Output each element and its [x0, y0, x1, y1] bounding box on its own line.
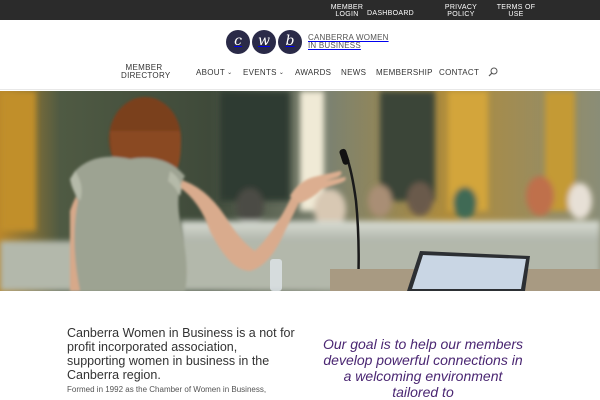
privacy-policy-link[interactable]: PRIVACY POLICY: [442, 4, 480, 18]
nav-news[interactable]: NEWS: [341, 69, 366, 77]
formed-paragraph: Formed in 1992 as the Chamber of Women i…: [67, 385, 267, 394]
nav-events-label: EVENTS: [243, 68, 277, 77]
logo-mark-b: b: [278, 30, 302, 54]
hero-photo: [0, 91, 600, 291]
about-section: Canberra Women in Business is a not for …: [0, 291, 600, 400]
nav-membership[interactable]: MEMBERSHIP: [376, 69, 433, 77]
nav-awards[interactable]: AWARDS: [295, 69, 331, 77]
nav-events[interactable]: EVENTS ⌄: [243, 69, 284, 78]
site-header: c w b CANBERRA WOMEN IN BUSINESS MEMBER …: [0, 20, 600, 90]
main-nav: MEMBER DIRECTORY ABOUT ⌄ EVENTS ⌄ AWARDS N…: [0, 64, 600, 84]
logo-line-2: IN BUSINESS: [308, 41, 361, 50]
hero-image: [0, 91, 600, 291]
chevron-down-icon: ⌄: [278, 70, 285, 76]
nav-about-label: ABOUT: [196, 68, 226, 77]
logo-mark-w: w: [252, 30, 276, 54]
nav-about[interactable]: ABOUT ⌄: [196, 69, 232, 78]
logo-marks: c w b: [226, 30, 304, 54]
goal-statement: Our goal is to help our members develop …: [323, 336, 523, 400]
nav-member-directory[interactable]: MEMBER DIRECTORY: [121, 64, 170, 80]
logo-mark-c: c: [226, 30, 250, 54]
nav-contact[interactable]: CONTACT: [439, 69, 479, 77]
terms-of-use-link[interactable]: TERMS OF USE: [496, 4, 536, 18]
search-icon[interactable]: [488, 67, 500, 79]
intro-paragraph: Canberra Women in Business is a not for …: [67, 326, 295, 382]
utility-bar: MEMBER LOGIN DASHBOARD PRIVACY POLICY TE…: [0, 0, 600, 20]
chevron-down-icon: ⌄: [227, 70, 233, 76]
member-login-link[interactable]: MEMBER LOGIN: [330, 4, 364, 18]
dashboard-link[interactable]: DASHBOARD: [367, 10, 414, 17]
logo-wordmark: CANBERRA WOMEN IN BUSINESS: [308, 34, 389, 50]
site-logo[interactable]: c w b CANBERRA WOMEN IN BUSINESS: [226, 30, 389, 54]
